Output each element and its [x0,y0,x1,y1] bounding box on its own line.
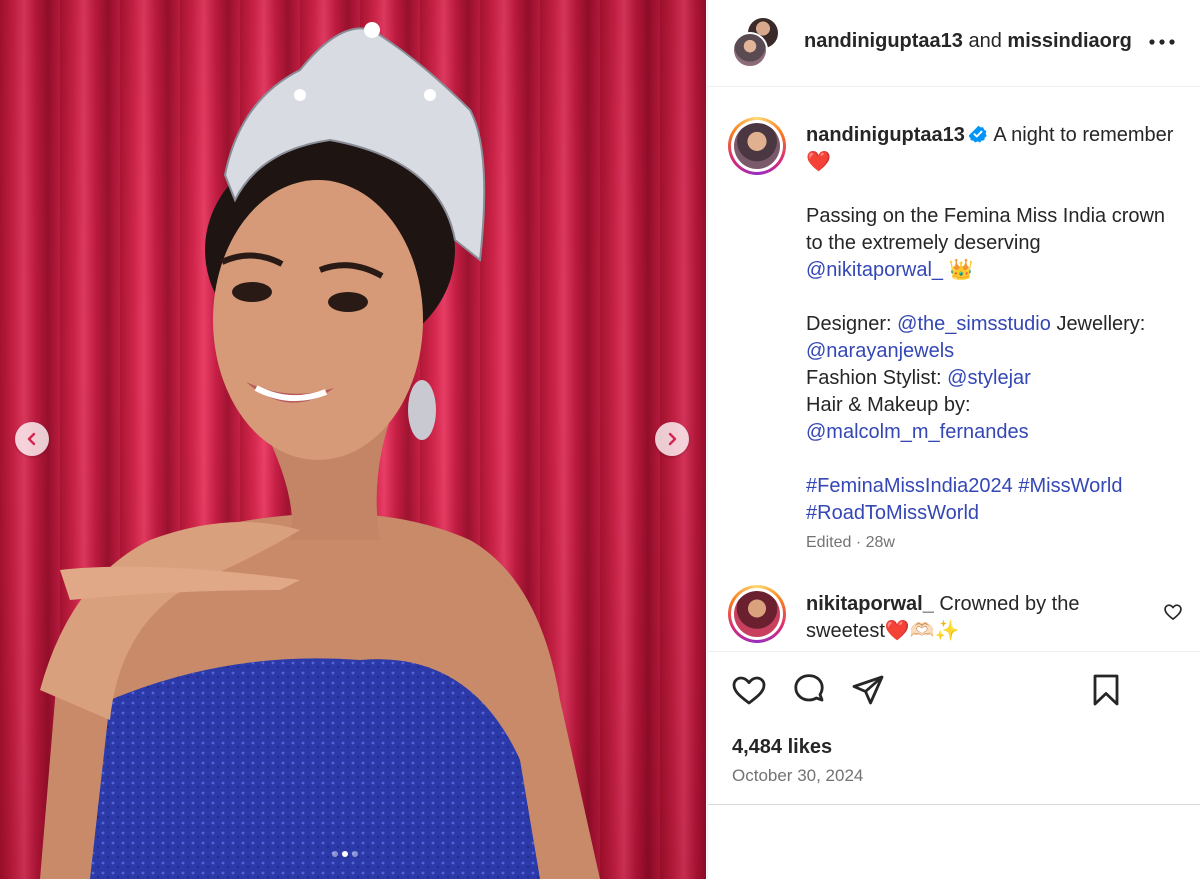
avatar-nandiniguptaa13[interactable] [732,32,768,68]
stylist-label: Fashion Stylist: [806,367,942,389]
hair-label: Hair & Makeup by: [806,394,971,416]
caption-text: nandiniguptaa13 A night to remember ❤️ P… [806,122,1186,527]
hashtag-missworld[interactable]: #MissWorld [1018,475,1122,497]
caption-crown-emoji: 👑 [948,259,974,281]
post-panel: nandiniguptaa13 and missindiaorg nandini… [707,0,1200,879]
action-bar: 4,484 likes October 30, 2024 [708,651,1200,805]
caption-p2-text: Passing on the Femina Miss India crown t… [806,205,1171,254]
caption-username[interactable]: nandiniguptaa13 [806,124,965,146]
header-and: and [968,30,1002,52]
carousel-indicator [332,851,358,857]
jewellery-label: Jewellery: [1056,313,1146,335]
carousel-dot [332,851,338,857]
more-horizontal-icon[interactable] [1148,30,1176,54]
avatar-image [734,123,780,169]
post-date[interactable]: October 30, 2024 [732,766,863,786]
header-usernames: nandiniguptaa13 and missindiaorg [804,30,1132,53]
comment-item: nikitaporwal_ Crowned by the sweetest❤️🫶… [806,591,1126,645]
send-icon[interactable] [850,672,886,708]
chevron-left-icon [27,432,36,446]
carousel-next-button[interactable] [655,422,689,456]
post-header: nandiniguptaa13 and missindiaorg [708,0,1200,87]
verified-badge-icon [968,125,987,143]
heart-icon[interactable] [731,672,767,708]
mention-narayanjewels[interactable]: @narayanjewels [806,340,954,362]
avatar-image [734,591,780,637]
caption-meta: Edited · 28w [806,534,895,551]
post-photo [40,22,600,879]
designer-label: Designer: [806,313,892,335]
comment-avatar[interactable] [728,585,786,643]
mention-stylejar[interactable]: @stylejar [947,367,1031,389]
caption-section: nandiniguptaa13 A night to remember ❤️ P… [708,88,1200,650]
likes-count[interactable]: 4,484 likes [732,736,832,759]
comment-heart-icon[interactable] [1163,602,1183,622]
chevron-right-icon [668,432,677,446]
mention-the-simsstudio[interactable]: @the_simsstudio [897,313,1051,335]
mention-malcolm-m-fernandes[interactable]: @malcolm_m_fernandes [806,421,1029,443]
post-media[interactable] [0,0,706,879]
mention-nikitaporwal[interactable]: @nikitaporwal_ [806,259,943,281]
carousel-prev-button[interactable] [15,422,49,456]
carousel-dot-active [342,851,348,857]
caption-avatar[interactable] [728,117,786,175]
header-username-1[interactable]: nandiniguptaa13 [804,30,963,52]
comment-username[interactable]: nikitaporwal_ [806,593,934,615]
comment-icon[interactable] [791,672,827,708]
hashtag-feminamissindia2024[interactable]: #FeminaMissIndia2024 [806,475,1013,497]
hashtag-roadtomissworld[interactable]: #RoadToMissWorld [806,502,979,524]
header-username-2[interactable]: missindiaorg [1007,30,1131,52]
carousel-dot [352,851,358,857]
collab-avatars[interactable] [732,16,786,70]
bookmark-icon[interactable] [1088,672,1124,708]
